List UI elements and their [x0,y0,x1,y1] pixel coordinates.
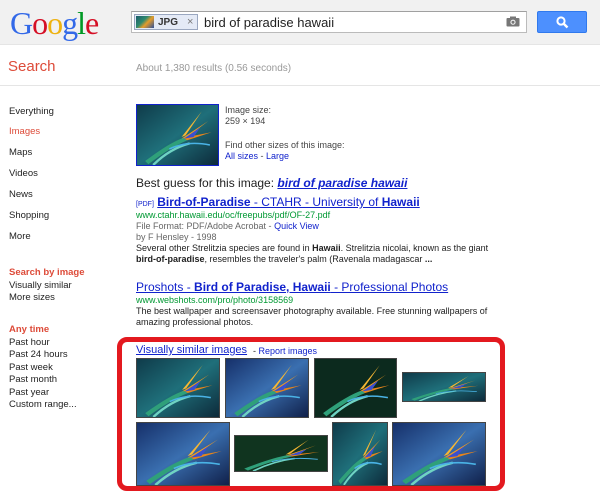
similar-image-thumbnail[interactable] [314,358,397,418]
title-bold-2: Hawaii [381,195,420,209]
logo-letter: o [47,5,63,41]
report-images-link[interactable]: Report images [259,346,318,356]
file-format: File Format: PDF/Adobe Acrobat - [136,221,275,231]
similar-image-thumbnail[interactable] [392,422,486,486]
pdf-tag: [PDF] [136,201,154,208]
nav-visually-similar[interactable]: Visually similar [9,280,72,292]
nav-shopping[interactable]: Shopping [9,210,49,222]
best-guess-prefix: Best guess for this image: [136,176,275,190]
any-time-heading: Any time [9,324,50,335]
nav-past-24-hours[interactable]: Past 24 hours [9,349,68,361]
report-images-line: - Report images [253,346,317,356]
logo-letter: o [32,5,48,41]
title-bold: Bird of Paradise, Hawaii [194,280,331,294]
nav-images[interactable]: Images [9,126,40,138]
nav-past-month[interactable]: Past month [9,374,57,386]
search-by-image-heading: Search by image [9,267,85,278]
title-text: - Professional Photos [330,280,449,294]
chip-close-icon[interactable]: × [187,15,193,29]
similar-image-thumbnail[interactable] [225,358,309,418]
snippet-text: Several other Strelitzia species are fou… [136,243,313,253]
result-1-snippet-line-2: bird-of-paradise, resembles the traveler… [136,254,432,265]
search-button[interactable] [537,11,587,33]
result-1-title[interactable]: [PDF] Bird-of-Paradise - CTAHR - Univers… [136,195,420,209]
result-2-title[interactable]: Proshots - Bird of Paradise, Hawaii - Pr… [136,280,448,294]
best-guess-link[interactable]: bird of paradise hawaii [277,176,407,190]
snippet-text: . Strelitzia nicolai, known as the giant [340,243,489,253]
result-2-url: www.webshots.com/pro/photo/3158569 [136,295,294,305]
result-1-snippet-line-1: Several other Strelitzia species are fou… [136,243,488,254]
nav-custom-range[interactable]: Custom range... [9,399,77,411]
nav-past-hour[interactable]: Past hour [9,337,50,349]
query-thumbnail [136,16,154,28]
similar-image-thumbnail[interactable] [234,435,328,472]
image-query-chip[interactable]: JPG × [134,14,198,30]
nav-maps[interactable]: Maps [9,147,32,159]
snippet-ellipsis: ... [424,254,433,264]
search-input[interactable]: bird of paradise hawaii [204,15,334,30]
large-link[interactable]: Large [266,151,289,161]
results-count: About 1,380 results (0.56 seconds) [136,63,292,74]
title-bold: Bird-of-Paradise [157,195,251,209]
result-1-url: www.ctahr.hawaii.edu/oc/freepubs/pdf/OF-… [136,210,331,220]
google-logo[interactable]: Google [10,5,99,41]
nav-past-year[interactable]: Past year [9,387,49,399]
snippet-bold: Hawaii [312,243,341,253]
result-2-snippet-line-2: amazing professional photos. [136,317,254,327]
nav-videos[interactable]: Videos [9,168,38,180]
image-size-value: 259 × 194 [225,116,266,126]
similar-image-thumbnail[interactable] [402,372,486,402]
all-sizes-link[interactable]: All sizes [225,151,258,161]
best-guess: Best guess for this image: bird of parad… [136,176,407,190]
nav-news[interactable]: News [9,189,33,201]
size-links: All sizes - Large [225,151,289,162]
title-text: Proshots - [136,280,195,294]
query-image[interactable] [136,104,219,166]
search-icon [556,16,569,29]
result-2-snippet-line-1: The best wallpaper and screensaver photo… [136,306,488,316]
visually-similar-link[interactable]: Visually similar images [136,344,247,356]
nav-past-week[interactable]: Past week [9,362,53,374]
find-other-sizes: Find other sizes of this image: [225,140,345,150]
similar-image-thumbnail[interactable] [136,422,230,486]
separator: - [258,151,267,161]
result-1-file-format: File Format: PDF/Adobe Acrobat - Quick V… [136,221,319,231]
top-bar: Google JPG × bird of paradise hawaii [0,0,600,45]
quick-view-link[interactable]: Quick View [274,221,319,231]
logo-letter: g [62,5,78,41]
divider [0,85,600,86]
page-title: Search [8,58,56,75]
similar-image-thumbnail[interactable] [332,422,388,486]
logo-letter: G [10,5,33,41]
nav-more[interactable]: More [9,231,31,243]
nav-more-sizes[interactable]: More sizes [9,292,55,304]
logo-letter: l [77,5,86,41]
search-box[interactable]: JPG × bird of paradise hawaii [131,11,527,33]
snippet-bold: bird-of-paradise [136,254,205,264]
nav-everything[interactable]: Everything [9,106,54,118]
result-1-author: by F Hensley - 1998 [136,232,217,242]
snippet-text: , resembles the traveler's palm (Ravenal… [204,254,425,264]
chip-label: JPG [158,17,179,28]
title-rest: - CTAHR - University of [250,195,382,209]
logo-letter: e [85,5,99,41]
image-size-label: Image size: [225,105,272,115]
similar-image-thumbnail[interactable] [136,358,220,418]
camera-icon[interactable] [506,16,520,27]
